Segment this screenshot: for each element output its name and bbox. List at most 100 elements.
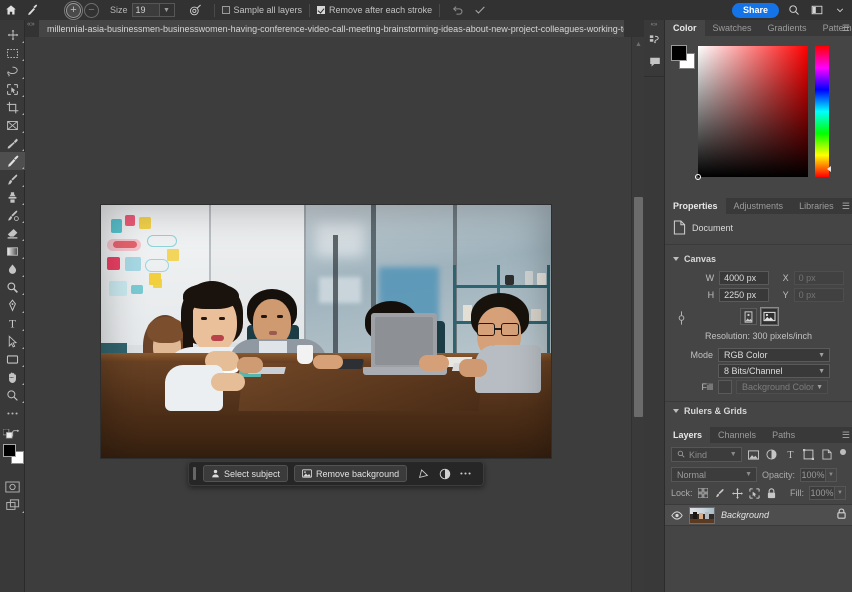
undo-icon[interactable]	[447, 0, 469, 20]
spot-healing-brush-icon[interactable]	[22, 0, 44, 20]
frame-tool[interactable]	[0, 116, 25, 134]
clone-stamp-tool[interactable]	[0, 188, 25, 206]
layer-row-background[interactable]: Background	[665, 504, 852, 526]
brush-size-input[interactable]: 19	[132, 3, 160, 17]
quick-mask-icon[interactable]	[0, 478, 25, 496]
color-panel-menu-icon[interactable]: ☰	[842, 23, 850, 34]
hand-tool[interactable]	[0, 368, 25, 386]
share-button[interactable]: Share	[732, 3, 779, 18]
lock-icon[interactable]	[837, 508, 846, 522]
scrollbar-thumb[interactable]	[634, 197, 643, 417]
layer-name[interactable]: Background	[721, 510, 831, 520]
remove-background-button[interactable]: Remove background	[294, 465, 407, 482]
brush-add-icon[interactable]: +	[66, 3, 81, 18]
document-tab[interactable]: millennial-asia-businessmen-businesswome…	[39, 20, 624, 37]
fill-select[interactable]: Background Color ▼	[736, 380, 828, 394]
filter-kind-select[interactable]: Kind ▼	[671, 447, 742, 462]
dodge-tool[interactable]	[0, 278, 25, 296]
rectangle-tool[interactable]	[0, 350, 25, 368]
color-mode-select[interactable]: RGB Color ▼	[718, 348, 830, 362]
eraser-tool[interactable]	[0, 224, 25, 242]
document-image[interactable]	[101, 205, 551, 458]
eye-icon[interactable]	[671, 511, 683, 520]
chevron-down-icon[interactable]: ▼	[745, 471, 752, 478]
brush-size-chevron-down-icon[interactable]: ▼	[160, 3, 175, 17]
lock-artboard-nesting-icon[interactable]	[748, 486, 760, 500]
rail-item-comments[interactable]	[644, 51, 665, 73]
home-icon[interactable]	[0, 0, 22, 20]
eyedropper-tool[interactable]	[0, 134, 25, 152]
tab-layers[interactable]: Layers	[665, 427, 710, 443]
pen-tool[interactable]	[0, 296, 25, 314]
bit-depth-select[interactable]: 8 Bits/Channel ▼	[718, 364, 830, 378]
swap-colors-icon[interactable]	[11, 429, 21, 442]
foreground-color-swatch[interactable]	[3, 444, 16, 457]
filter-smart-object-icon[interactable]	[820, 447, 833, 462]
tab-libraries[interactable]: Libraries	[791, 198, 842, 214]
tabbar-collapse-icon[interactable]: «»	[27, 21, 35, 28]
color-swatches[interactable]	[3, 444, 24, 468]
path-selection-tool[interactable]	[0, 332, 25, 350]
canvas-area[interactable]: Select subject Remove background	[25, 37, 631, 592]
orientation-portrait-icon[interactable]	[740, 308, 757, 325]
search-icon[interactable]	[786, 0, 802, 20]
lock-position-icon[interactable]	[731, 486, 743, 500]
tab-adjustments[interactable]: Adjustments	[726, 198, 792, 214]
opacity-value[interactable]: 100%	[800, 468, 826, 482]
filter-toggle-icon[interactable]	[840, 449, 846, 455]
sample-all-layers-checkbox-box[interactable]	[222, 6, 230, 14]
tab-properties[interactable]: Properties	[665, 198, 726, 214]
rectangular-marquee-tool[interactable]	[0, 44, 25, 62]
color-field[interactable]	[698, 46, 808, 177]
layer-thumbnail[interactable]	[689, 507, 715, 524]
chevron-down-icon[interactable]: ▼	[818, 368, 825, 375]
contextual-task-bar[interactable]: Select subject Remove background	[188, 461, 484, 486]
canvas-section-header[interactable]: Canvas	[665, 250, 852, 266]
rulers-grids-section-header[interactable]: Rulers & Grids	[665, 407, 852, 416]
history-brush-tool[interactable]	[0, 206, 25, 224]
edit-toolbar-ellipsis-icon[interactable]	[0, 404, 25, 422]
fill-value[interactable]: 100%	[809, 486, 835, 500]
remove-after-each-stroke-checkbox[interactable]: Remove after each stroke	[317, 5, 432, 15]
tab-paths[interactable]: Paths	[764, 427, 803, 443]
select-subject-button[interactable]: Select subject	[203, 465, 288, 482]
screen-mode-icon[interactable]	[0, 496, 25, 514]
brush-subtract-icon[interactable]: −	[84, 3, 99, 18]
gradient-tool[interactable]	[0, 242, 25, 260]
link-chain-icon[interactable]	[677, 310, 686, 329]
checkmark-icon[interactable]	[469, 0, 491, 20]
filter-shape-icon[interactable]	[802, 447, 815, 462]
hue-slider-marker[interactable]	[827, 166, 831, 172]
color-panel-swatches[interactable]	[672, 46, 694, 68]
transform-icon[interactable]	[413, 465, 434, 483]
brush-tool[interactable]	[0, 170, 25, 188]
blur-drop-icon[interactable]	[0, 260, 25, 278]
object-selection-tool[interactable]	[0, 80, 25, 98]
sample-all-layers-checkbox[interactable]: Sample all layers	[222, 5, 303, 15]
chevron-down-icon[interactable]	[673, 409, 679, 413]
chevron-down-icon[interactable]	[673, 257, 679, 261]
filter-adjustment-icon[interactable]	[765, 447, 778, 462]
y-input[interactable]: 0 px	[794, 288, 844, 302]
spot-healing-brush-tool[interactable]	[0, 152, 25, 170]
width-input[interactable]: 4000 px	[719, 271, 769, 285]
tab-gradients[interactable]: Gradients	[760, 20, 815, 36]
lock-transparent-pixels-icon[interactable]	[698, 486, 710, 500]
drag-handle-icon[interactable]	[193, 467, 196, 480]
lock-image-pixels-icon[interactable]	[714, 486, 726, 500]
color-panel-foreground-swatch[interactable]	[672, 46, 686, 60]
chevron-down-icon[interactable]: ▼	[730, 451, 737, 458]
fill-chevron-down-icon[interactable]: ▼	[835, 486, 846, 500]
rail-item-history[interactable]	[644, 29, 665, 51]
hue-slider[interactable]	[815, 46, 829, 177]
lasso-tool[interactable]	[0, 62, 25, 80]
workspace-layout-icon[interactable]	[809, 0, 825, 20]
tab-channels[interactable]: Channels	[710, 427, 764, 443]
orientation-landscape-icon[interactable]	[761, 308, 778, 325]
chevron-down-icon[interactable]: ▼	[816, 384, 823, 391]
rail-collapse-icon[interactable]: «»	[644, 20, 664, 29]
lock-all-icon[interactable]	[765, 486, 777, 500]
chevron-down-icon[interactable]: ▼	[818, 352, 825, 359]
type-tool[interactable]: T	[0, 314, 25, 332]
zoom-tool[interactable]	[0, 386, 25, 404]
